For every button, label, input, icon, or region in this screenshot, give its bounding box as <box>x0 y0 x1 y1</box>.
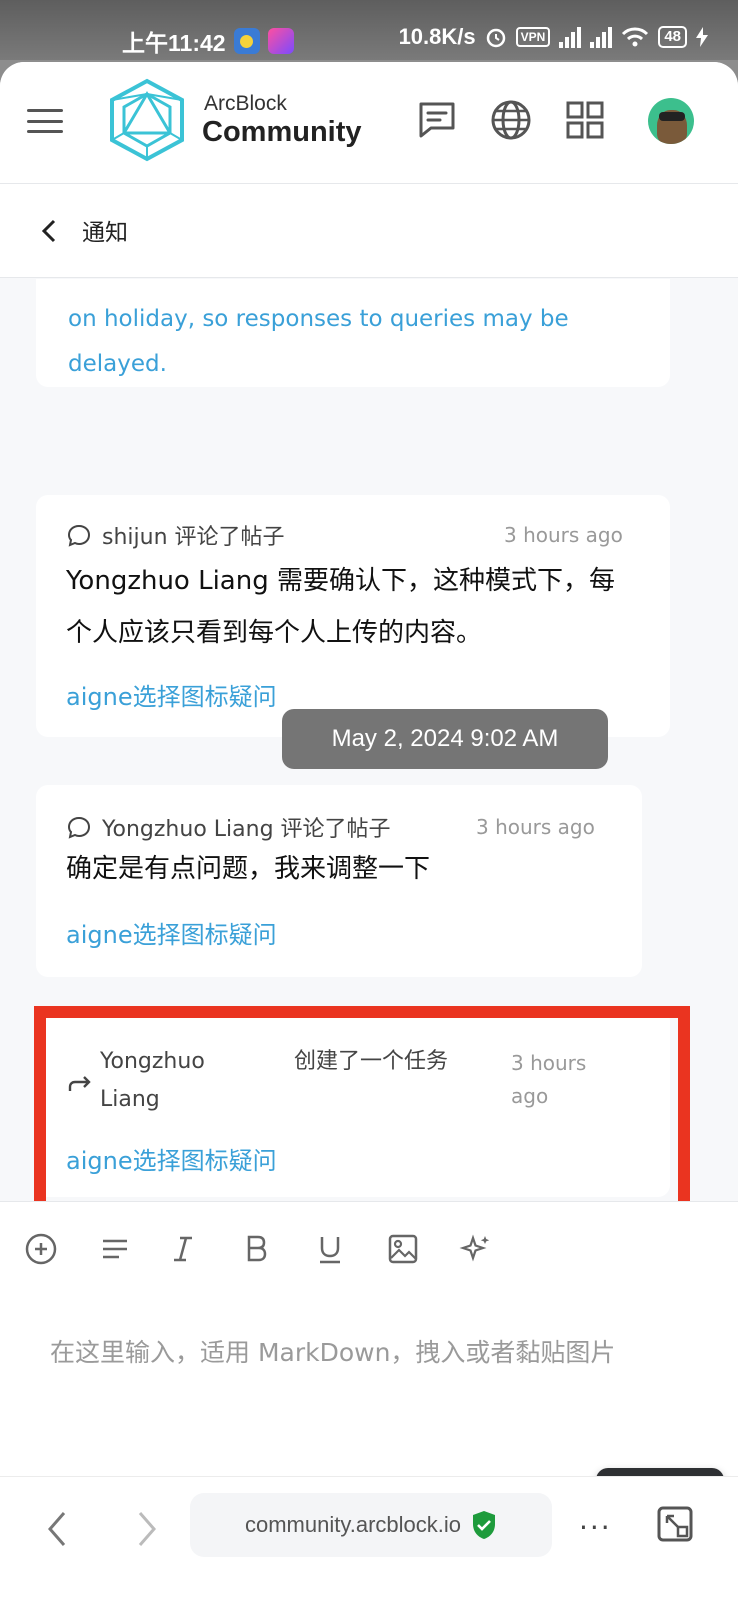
comment-icon <box>67 524 91 547</box>
align-icon[interactable] <box>98 1232 132 1266</box>
network-speed: 10.8K/s <box>398 24 476 49</box>
notification-card-partial[interactable]: on holiday, so responses to queries may … <box>36 279 670 387</box>
status-bar: 上午11:42 10.8K/s VPN 48 <box>0 0 738 60</box>
forward-icon <box>68 1076 91 1091</box>
notification-feed[interactable]: on holiday, so responses to queries may … <box>0 279 738 1201</box>
page-subbar: 通知 <box>0 184 738 278</box>
brand-name-bottom: Community <box>202 116 362 148</box>
app-sheet: ArcBlock Community 通知 on holiday, so res… <box>0 62 738 1600</box>
notification-body: 确定是有点问题，我来调整一下 <box>66 854 431 884</box>
url-text: community.arcblock.io <box>245 1512 461 1537</box>
underline-icon[interactable] <box>313 1232 347 1266</box>
reply-input[interactable] <box>50 1292 690 1412</box>
notification-actor: shijun 评论了帖子 <box>102 525 285 550</box>
add-icon[interactable] <box>24 1232 58 1266</box>
browser-forward-icon[interactable] <box>132 1507 162 1551</box>
notification-actor: Yongzhuo Liang <box>100 1049 205 1112</box>
notification-time: 3 hours ago <box>504 523 623 547</box>
notification-card[interactable]: Yongzhuo Liang 评论了帖子 3 hours ago 确定是有点问题… <box>36 785 642 977</box>
charging-icon <box>696 27 708 47</box>
url-bar[interactable]: community.arcblock.io <box>190 1493 552 1557</box>
secure-shield-icon <box>473 1511 495 1539</box>
bold-icon[interactable] <box>240 1232 274 1266</box>
brand-name-top: ArcBlock <box>204 92 287 115</box>
menu-icon[interactable] <box>27 109 63 133</box>
battery-indicator: 48 <box>658 26 687 48</box>
app-header: ArcBlock Community <box>0 62 738 184</box>
alarm-icon <box>486 28 505 48</box>
notification-action: 创建了一个任务 <box>294 1049 449 1074</box>
notification-card[interactable]: Yongzhuo Liang 创建了一个任务 3 hours ago aigne… <box>36 1009 670 1197</box>
browser-bar: community.arcblock.io ··· <box>0 1476 738 1600</box>
italic-icon[interactable] <box>166 1232 200 1266</box>
ai-sparkle-icon[interactable] <box>459 1232 493 1266</box>
notification-actor: Yongzhuo Liang 评论了帖子 <box>102 817 391 842</box>
status-right: 10.8K/s VPN 48 <box>399 24 708 50</box>
chat-icon[interactable] <box>415 98 459 142</box>
tabs-switcher-icon[interactable] <box>656 1505 694 1543</box>
apps-grid-icon[interactable] <box>563 98 607 142</box>
user-avatar[interactable] <box>648 98 694 144</box>
notification-card[interactable]: shijun 评论了帖子 3 hours ago Yongzhuo Liang … <box>36 495 670 737</box>
vpn-badge: VPN <box>515 27 551 47</box>
notification-time: 3 hours ago <box>476 815 595 839</box>
status-left: 上午11:42 <box>122 24 294 58</box>
date-tooltip: May 2, 2024 9:02 AM <box>282 709 608 769</box>
notification-app-icon <box>233 28 260 54</box>
arcblock-logo-icon[interactable] <box>108 78 186 162</box>
image-icon[interactable] <box>386 1232 420 1266</box>
back-arrow-icon[interactable] <box>38 216 62 246</box>
notification-time: 3 hours ago <box>511 1051 587 1108</box>
post-link[interactable]: aigne选择图标疑问 <box>66 1141 277 1176</box>
reply-editor: 回复 <box>0 1201 738 1528</box>
post-link[interactable]: aigne选择图标疑问 <box>66 915 277 950</box>
globe-icon[interactable] <box>489 98 533 142</box>
comment-icon <box>67 816 91 839</box>
page-title: 通知 <box>82 220 128 246</box>
more-menu-icon[interactable]: ··· <box>579 1511 612 1544</box>
status-time: 上午11:42 <box>122 30 226 56</box>
notification-app2-icon <box>267 28 294 54</box>
browser-back-icon[interactable] <box>42 1507 72 1551</box>
post-link[interactable]: aigne选择图标疑问 <box>66 677 277 712</box>
notification-partial-text[interactable]: on holiday, so responses to queries may … <box>68 297 648 387</box>
notification-body: Yongzhuo Liang 需要确认下，这种模式下，每个人应该只看到每个人上传… <box>66 566 615 648</box>
signal-icon <box>559 26 582 48</box>
signal2-icon <box>590 26 613 48</box>
wifi-icon <box>622 27 649 47</box>
